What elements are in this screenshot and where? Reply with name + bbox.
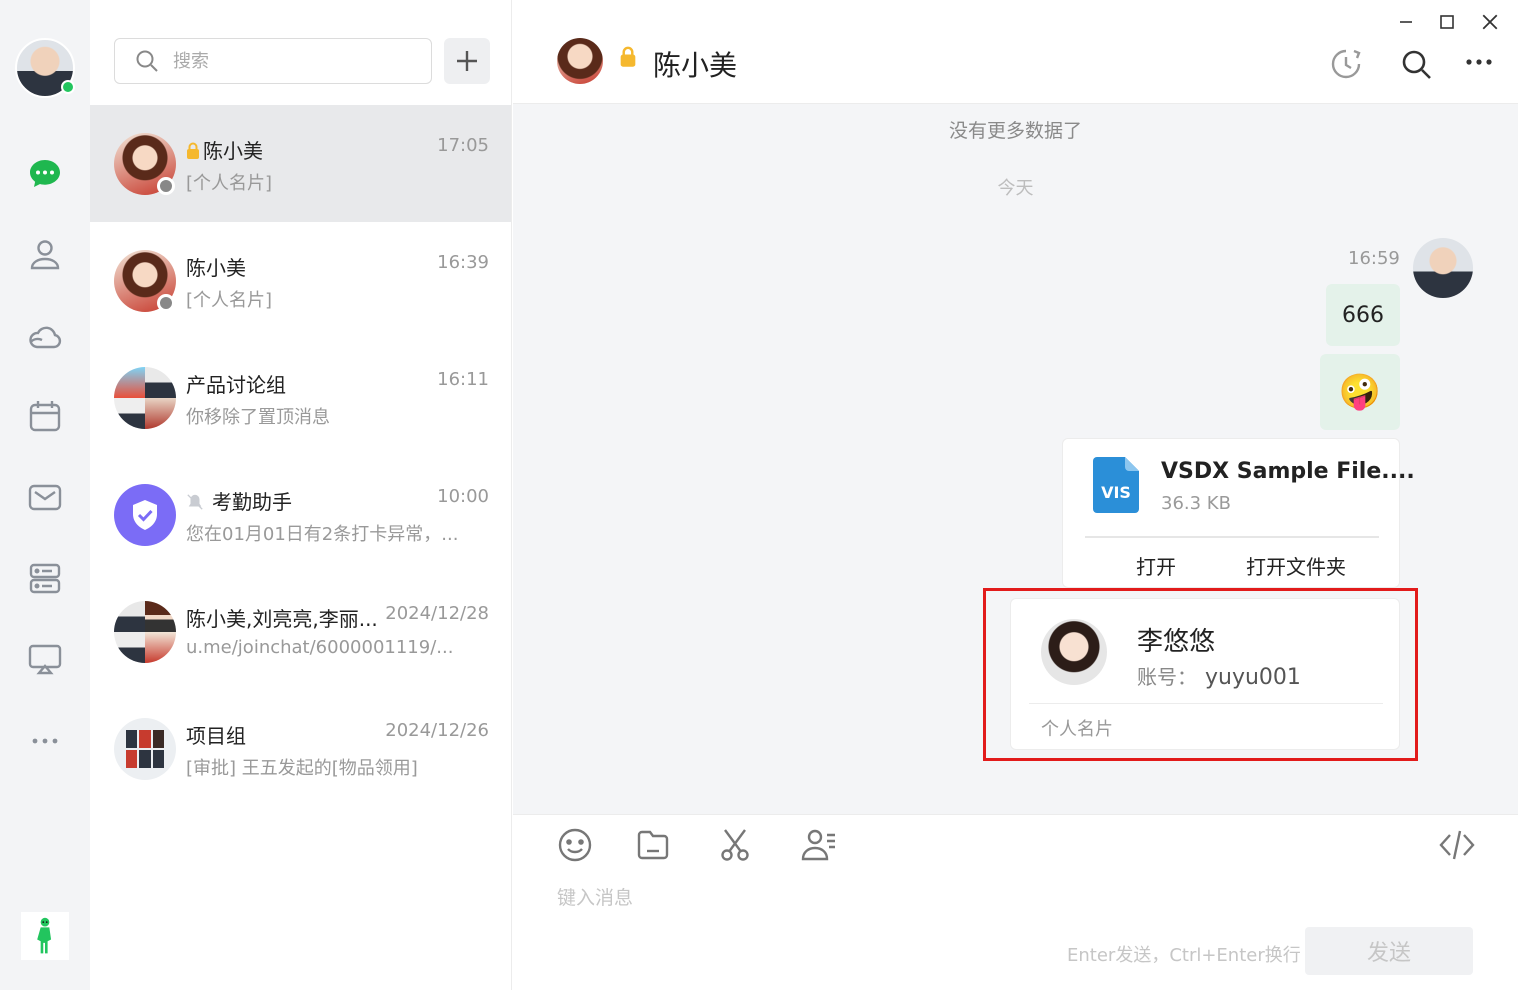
- conversation-name: 产品讨论组: [186, 373, 286, 397]
- search-icon: [136, 50, 158, 72]
- conversation-time: 17:05: [437, 135, 489, 156]
- minimize-button[interactable]: [1391, 8, 1421, 36]
- file-size: 36.3 KB: [1161, 493, 1231, 514]
- search-icon[interactable]: [1398, 46, 1434, 82]
- conversation-item[interactable]: 陈小美 16:39 [个人名片]: [90, 222, 511, 339]
- history-icon[interactable]: [1328, 46, 1364, 82]
- file-name: VSDX Sample File....: [1161, 459, 1415, 484]
- group-avatar: [114, 601, 176, 663]
- offline-status-dot: [157, 177, 175, 195]
- my-message-avatar[interactable]: [1413, 238, 1473, 298]
- online-status-dot: [61, 80, 75, 94]
- message-time: 16:59: [1348, 248, 1400, 269]
- text-message-bubble[interactable]: 666: [1326, 284, 1400, 346]
- minimize-icon: [1400, 21, 1412, 23]
- mute-bell-icon: [187, 494, 203, 510]
- conversation-preview: u.me/joinchat/6000001119/...: [186, 637, 454, 658]
- nav-storage-icon[interactable]: [22, 555, 68, 601]
- scissors-icon[interactable]: [715, 825, 755, 865]
- emoji-icon[interactable]: [555, 825, 595, 865]
- conversation-preview: 您在01月01日有2条打卡异常，...: [186, 524, 459, 545]
- search-box[interactable]: [114, 38, 432, 84]
- send-shortcut-hint: Enter发送，Ctrl+Enter换行: [1067, 945, 1301, 966]
- group-avatar: [114, 367, 176, 429]
- conversation-item[interactable]: 考勤助手 10:00 您在01月01日有2条打卡异常，...: [90, 456, 511, 573]
- nav-calendar-icon[interactable]: [22, 393, 68, 439]
- conversation-item[interactable]: 项目组 2024/12/26 [审批] 王五发起的[物品领用]: [90, 690, 511, 807]
- nav-cloud-icon[interactable]: [22, 313, 68, 359]
- app-window: 陈小美 17:05 [个人名片] 陈小美 16:39 [个人名片] 产品讨论组 …: [0, 0, 1518, 990]
- app-logo-icon: [21, 912, 69, 960]
- maximize-icon: [1440, 15, 1454, 29]
- nav-more-icon[interactable]: [22, 718, 68, 764]
- highlight-box: [983, 588, 1418, 761]
- no-more-data-text: 没有更多数据了: [948, 120, 1082, 142]
- nav-contacts-icon[interactable]: [22, 232, 68, 278]
- share-contact-icon[interactable]: [799, 825, 839, 865]
- nav-mail-icon[interactable]: [22, 474, 68, 520]
- nav-chats-icon[interactable]: [22, 150, 68, 196]
- plus-icon: [457, 51, 477, 71]
- send-button[interactable]: 发送: [1305, 927, 1473, 975]
- file-message-card[interactable]: VIS VSDX Sample File.... 36.3 KB 打开 打开文件…: [1062, 438, 1415, 588]
- conversation-item[interactable]: 产品讨论组 16:11 你移除了置顶消息: [90, 339, 511, 456]
- file-type-label: VIS: [1101, 483, 1131, 502]
- file-card-divider: [1085, 536, 1379, 538]
- my-avatar[interactable]: [15, 38, 75, 98]
- left-nav-rail: [0, 0, 90, 990]
- conversation-time: 2024/12/28: [385, 603, 489, 624]
- emoji-sticker: 🤪: [1338, 372, 1382, 412]
- message-composer: Enter发送，Ctrl+Enter换行 发送: [513, 814, 1518, 990]
- group-avatar: [114, 718, 176, 780]
- lock-icon: [620, 46, 636, 67]
- chat-contact-avatar[interactable]: [557, 38, 603, 84]
- open-file-button[interactable]: 打开: [1136, 551, 1176, 580]
- chat-panel: 陈小美 没有更多数据了 今天 16:59 666 🤪 VIS VSDX Samp…: [513, 0, 1518, 990]
- attendance-assistant-avatar: [114, 484, 176, 546]
- conversation-item[interactable]: 陈小美 17:05 [个人名片]: [90, 105, 511, 222]
- emoji-message-bubble[interactable]: 🤪: [1320, 354, 1400, 430]
- conversation-preview: [个人名片]: [186, 290, 273, 311]
- conversation-preview: [个人名片]: [186, 173, 273, 194]
- vsdx-file-icon: VIS: [1093, 457, 1139, 517]
- code-icon[interactable]: [1437, 825, 1477, 865]
- conversation-item[interactable]: 陈小美,刘亮亮,李丽... 2024/12/28 u.me/joinchat/6…: [90, 573, 511, 690]
- conversation-preview: 你移除了置顶消息: [186, 407, 330, 428]
- message-input[interactable]: [557, 883, 1457, 925]
- search-input[interactable]: [173, 50, 413, 72]
- chat-title: 陈小美: [653, 49, 738, 82]
- more-options-icon[interactable]: [1461, 44, 1497, 80]
- conversation-name: 陈小美,刘亮亮,李丽...: [186, 607, 378, 631]
- open-folder-button[interactable]: 打开文件夹: [1246, 551, 1346, 580]
- conversation-name: 项目组: [186, 724, 246, 748]
- maximize-button[interactable]: [1432, 8, 1462, 36]
- nav-screen-share-icon[interactable]: [22, 636, 68, 682]
- date-divider: 今天: [997, 178, 1034, 199]
- conversation-time: 10:00: [437, 486, 489, 507]
- close-icon: [1482, 14, 1498, 30]
- shield-check-icon: [133, 500, 157, 530]
- conversation-time: 2024/12/26: [385, 720, 489, 741]
- folder-icon[interactable]: [633, 825, 673, 865]
- chat-header: 陈小美: [513, 0, 1518, 104]
- conversation-name: 陈小美: [203, 139, 263, 163]
- conversation-time: 16:11: [437, 369, 489, 390]
- close-button[interactable]: [1475, 8, 1505, 36]
- conversation-name: 考勤助手: [212, 490, 292, 514]
- offline-status-dot: [157, 294, 175, 312]
- conversation-list-panel: 陈小美 17:05 [个人名片] 陈小美 16:39 [个人名片] 产品讨论组 …: [90, 0, 512, 990]
- conversation-time: 16:39: [437, 252, 489, 273]
- conversation-name: 陈小美: [186, 256, 246, 280]
- conversation-preview: [审批] 王五发起的[物品领用]: [186, 758, 418, 779]
- lock-icon: [187, 142, 199, 159]
- add-button[interactable]: [444, 38, 490, 84]
